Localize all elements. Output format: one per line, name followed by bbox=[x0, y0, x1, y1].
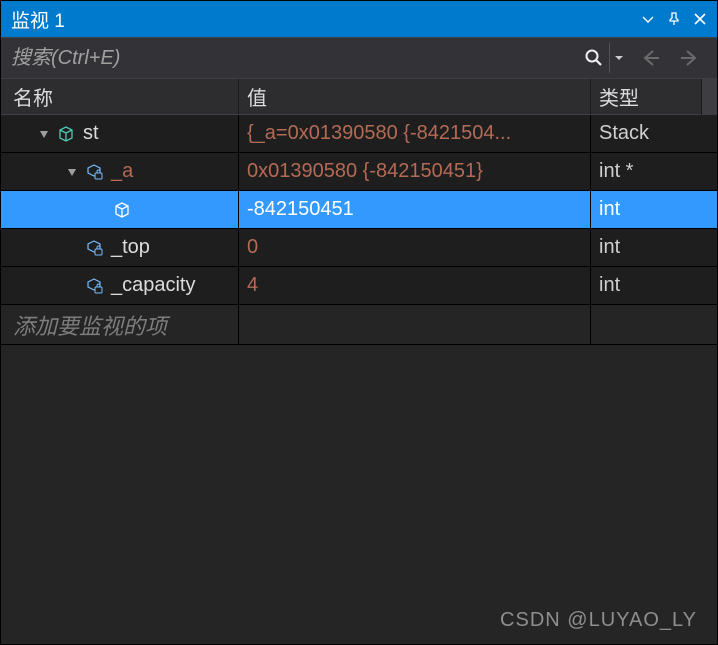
name-cell[interactable]: st bbox=[1, 115, 239, 152]
type-cell: int bbox=[591, 229, 717, 266]
empty-area: CSDN @LUYAO_LY bbox=[1, 345, 717, 644]
value-cell[interactable]: 0x01390580 {-842150451} bbox=[239, 153, 591, 190]
nav-back-button[interactable] bbox=[633, 41, 667, 75]
name-label: _a bbox=[111, 160, 133, 183]
table-row[interactable]: -842150451int bbox=[1, 191, 717, 229]
expander-icon[interactable] bbox=[63, 163, 81, 181]
type-cell: int * bbox=[591, 153, 717, 190]
scrollbar-stub[interactable] bbox=[701, 79, 717, 115]
value-cell[interactable]: 0 bbox=[239, 229, 591, 266]
name-label: _top bbox=[111, 236, 150, 259]
type-cell: int bbox=[591, 191, 717, 228]
close-button[interactable] bbox=[689, 8, 711, 30]
field-lock-icon bbox=[83, 275, 105, 297]
add-item-row[interactable]: 添加要监视的项 bbox=[1, 305, 717, 345]
grid-container: 名称 值 类型 st {_a=0x01390580 {-8421504...Sta… bbox=[1, 79, 717, 345]
value-cell[interactable]: -842150451 bbox=[239, 191, 591, 228]
expander-icon[interactable] bbox=[35, 125, 53, 143]
name-label: st bbox=[83, 122, 99, 145]
pin-button[interactable] bbox=[663, 8, 685, 30]
expander-none bbox=[91, 201, 109, 219]
table-row[interactable]: st {_a=0x01390580 {-8421504...Stack bbox=[1, 115, 717, 153]
column-header-type[interactable]: 类型 bbox=[591, 79, 717, 114]
watermark: CSDN @LUYAO_LY bbox=[500, 609, 697, 632]
value-cell[interactable]: {_a=0x01390580 {-8421504... bbox=[239, 115, 591, 152]
nav-forward-button[interactable] bbox=[673, 41, 707, 75]
field-lock-icon bbox=[83, 161, 105, 183]
add-item-label[interactable]: 添加要监视的项 bbox=[1, 305, 239, 344]
field-lock-icon bbox=[83, 237, 105, 259]
search-bar bbox=[1, 37, 717, 79]
window-options-button[interactable] bbox=[637, 8, 659, 30]
grid-header: 名称 值 类型 bbox=[1, 79, 717, 115]
expander-none bbox=[63, 277, 81, 295]
search-button[interactable] bbox=[579, 43, 609, 73]
object-cube-icon bbox=[55, 123, 77, 145]
type-cell: int bbox=[591, 267, 717, 304]
table-row[interactable]: _top 0int bbox=[1, 229, 717, 267]
name-cell[interactable]: _capacity bbox=[1, 267, 239, 304]
object-cube-icon bbox=[111, 199, 133, 221]
name-label: _capacity bbox=[111, 274, 196, 297]
type-cell: Stack bbox=[591, 115, 717, 152]
column-header-value[interactable]: 值 bbox=[239, 79, 591, 114]
column-header-name[interactable]: 名称 bbox=[1, 79, 239, 114]
search-dropdown[interactable] bbox=[609, 43, 627, 73]
name-cell[interactable]: _a bbox=[1, 153, 239, 190]
title-bar: 监视 1 bbox=[1, 1, 717, 37]
table-row[interactable]: _a 0x01390580 {-842150451}int * bbox=[1, 153, 717, 191]
name-cell[interactable]: _top bbox=[1, 229, 239, 266]
rows-container: st {_a=0x01390580 {-8421504...Stack _a 0x01… bbox=[1, 115, 717, 305]
expander-none bbox=[63, 239, 81, 257]
search-input[interactable] bbox=[11, 47, 579, 70]
name-cell[interactable] bbox=[1, 191, 239, 228]
value-cell[interactable]: 4 bbox=[239, 267, 591, 304]
panel-title: 监视 1 bbox=[11, 6, 65, 33]
watch-panel: 监视 1 名称 值 类型 st{_a= bbox=[0, 0, 718, 645]
table-row[interactable]: _capacity 4int bbox=[1, 267, 717, 305]
